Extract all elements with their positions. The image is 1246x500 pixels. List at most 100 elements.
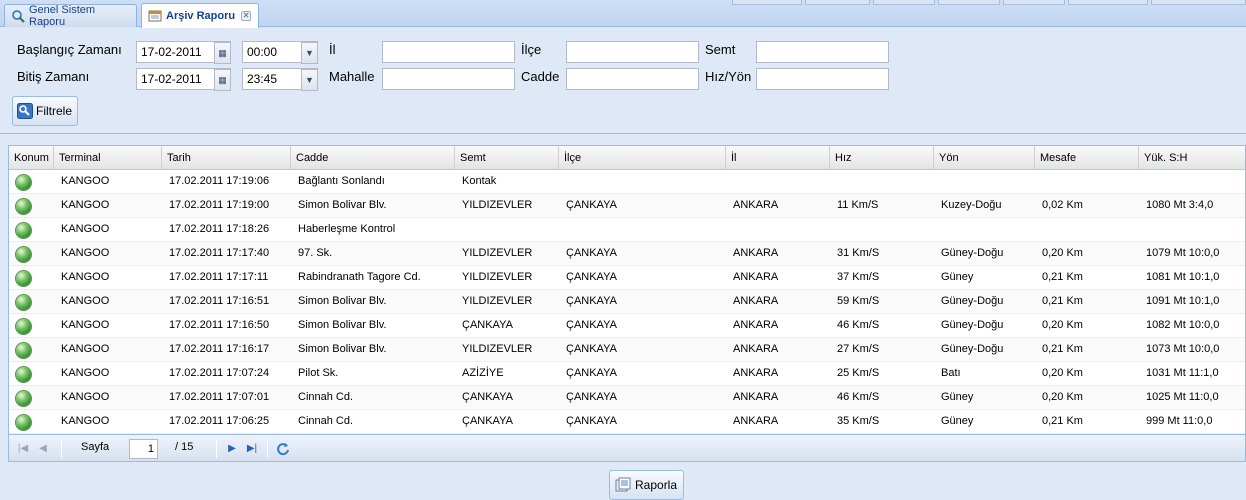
- globe-icon[interactable]: [16, 295, 31, 310]
- cadde-field[interactable]: [566, 68, 699, 90]
- start-time-combo[interactable]: 00:00 ▼: [242, 41, 318, 64]
- cell-terminal: KANGOO: [61, 391, 110, 403]
- end-date-field[interactable]: 17-02-2011 ▦: [136, 68, 231, 91]
- globe-icon[interactable]: [16, 391, 31, 406]
- cell-yon: Güney-Doğu: [941, 319, 1004, 331]
- column-header-yon[interactable]: Yön: [934, 146, 1035, 170]
- cell-il: ANKARA: [733, 295, 779, 307]
- report-button[interactable]: Raporla: [609, 470, 684, 500]
- filter-icon: [17, 103, 33, 119]
- globe-icon[interactable]: [16, 247, 31, 262]
- last-page-icon[interactable]: ▶|: [245, 442, 259, 456]
- table-row[interactable]: KANGOO 17.02.2011 17:19:00 Simon Bolivar B…: [9, 194, 1245, 218]
- cell-tarih: 17.02.2011 17:17:40: [169, 247, 270, 259]
- column-header-terminal[interactable]: Terminal: [54, 146, 162, 170]
- cell-il: ANKARA: [733, 415, 779, 427]
- column-header-yuk[interactable]: Yük. S:H: [1139, 146, 1245, 170]
- calendar-icon[interactable]: ▦: [214, 69, 231, 91]
- toolbar-edge: [805, 0, 870, 5]
- column-header-cadde[interactable]: Cadde: [291, 146, 455, 170]
- start-time-label: Başlangıç Zamanı: [17, 42, 122, 57]
- cell-yuk: 1082 Mt 10:0,0: [1146, 319, 1220, 331]
- column-header-hiz[interactable]: Hız: [830, 146, 934, 170]
- refresh-icon[interactable]: [276, 442, 290, 456]
- end-time-combo[interactable]: 23:45 ▼: [242, 68, 318, 91]
- cell-mesafe: [1037, 170, 1141, 194]
- toolbar-edge: [1151, 0, 1246, 5]
- cell-il: [728, 218, 832, 242]
- next-page-icon[interactable]: ▶: [225, 442, 239, 456]
- table-row[interactable]: KANGOO 17.02.2011 17:16:50 Simon Bolivar B…: [9, 314, 1245, 338]
- paging-toolbar: |◀ ◀ Sayfa 1 / 15 ▶ ▶|: [8, 434, 1246, 462]
- globe-icon[interactable]: [16, 415, 31, 430]
- tab-arsiv-raporu[interactable]: Arşiv Raporu ✕: [141, 3, 259, 28]
- cell-yuk: [1141, 170, 1245, 194]
- cell-hiz: 11 Km/S: [837, 199, 879, 211]
- globe-icon[interactable]: [16, 343, 31, 358]
- cell-yon: Batı: [941, 367, 961, 379]
- tab-genel-sistem-raporu[interactable]: Genel Sistem Raporu: [4, 4, 137, 28]
- first-page-icon[interactable]: |◀: [16, 442, 30, 456]
- start-date-field[interactable]: 17-02-2011 ▦: [136, 41, 231, 64]
- close-icon[interactable]: ✕: [241, 11, 252, 21]
- mahalle-field[interactable]: [382, 68, 515, 90]
- cell-mesafe: 0,20 Km: [1042, 247, 1083, 259]
- chevron-down-icon[interactable]: ▼: [301, 42, 318, 64]
- table-row[interactable]: KANGOO 17.02.2011 17:18:26 Haberleşme Kont…: [9, 218, 1245, 242]
- il-field[interactable]: [382, 41, 515, 63]
- cell-terminal: KANGOO: [61, 319, 110, 331]
- table-row[interactable]: KANGOO 17.02.2011 17:16:17 Simon Bolivar B…: [9, 338, 1245, 362]
- page-number-input[interactable]: 1: [129, 439, 158, 459]
- column-header-konum[interactable]: Konum: [9, 146, 54, 170]
- separator: [216, 440, 217, 458]
- globe-icon[interactable]: [16, 367, 31, 382]
- chevron-down-icon[interactable]: ▼: [301, 69, 318, 91]
- table-row[interactable]: KANGOO 17.02.2011 17:06:25 Cinnah Cd. ÇANKA…: [9, 410, 1245, 434]
- filter-button[interactable]: Filtrele: [12, 96, 78, 126]
- cell-yon: Güney-Doğu: [941, 343, 1004, 355]
- cell-ilce: ÇANKAYA: [566, 271, 617, 283]
- cell-yon: Güney: [941, 271, 974, 283]
- cell-cadde: Simon Bolivar Blv.: [298, 295, 387, 307]
- toolbar-edge: [1068, 0, 1148, 5]
- cell-tarih: 17.02.2011 17:16:50: [169, 319, 270, 331]
- cell-semt: YILDIZEVLER: [462, 271, 533, 283]
- column-header-tarih[interactable]: Tarih: [162, 146, 291, 170]
- table-row[interactable]: KANGOO 17.02.2011 17:07:01 Cinnah Cd. ÇANKA…: [9, 386, 1245, 410]
- column-header-il[interactable]: İl: [726, 146, 830, 170]
- cell-ilce: ÇANKAYA: [566, 199, 617, 211]
- table-row[interactable]: KANGOO 17.02.2011 17:16:51 Simon Bolivar B…: [9, 290, 1245, 314]
- globe-icon[interactable]: [16, 199, 31, 214]
- table-row[interactable]: KANGOO 17.02.2011 17:07:24 Pilot Sk. AZİZİY…: [9, 362, 1245, 386]
- hiz-yon-field[interactable]: [756, 68, 889, 90]
- calendar-icon[interactable]: ▦: [214, 42, 231, 64]
- end-date-value: 17-02-2011: [141, 72, 202, 86]
- globe-icon[interactable]: [16, 271, 31, 286]
- table-row[interactable]: KANGOO 17.02.2011 17:19:06 Bağlantı Sonlan…: [9, 170, 1245, 194]
- cell-ilce: ÇANKAYA: [566, 391, 617, 403]
- column-header-mesafe[interactable]: Mesafe: [1035, 146, 1139, 170]
- cell-hiz: 27 Km/S: [837, 343, 880, 355]
- cell-terminal: KANGOO: [61, 367, 110, 379]
- toolbar-edge: [1003, 0, 1065, 5]
- end-time-value: 23:45: [247, 72, 278, 86]
- cell-yuk: [1141, 218, 1245, 242]
- cell-hiz: 25 Km/S: [837, 367, 880, 379]
- cell-ilce: ÇANKAYA: [566, 319, 617, 331]
- column-header-ilce[interactable]: İlçe: [559, 146, 726, 170]
- table-row[interactable]: KANGOO 17.02.2011 17:17:11 Rabindranath Ta…: [9, 266, 1245, 290]
- cell-ilce: ÇANKAYA: [566, 415, 617, 427]
- globe-icon[interactable]: [16, 223, 31, 238]
- column-header-semt[interactable]: Semt: [455, 146, 559, 170]
- ilce-field[interactable]: [566, 41, 699, 63]
- prev-page-icon[interactable]: ◀: [36, 442, 50, 456]
- globe-icon[interactable]: [16, 175, 31, 190]
- table-row[interactable]: KANGOO 17.02.2011 17:17:40 97. Sk. YILDIZEV…: [9, 242, 1245, 266]
- cell-semt: YILDIZEVLER: [462, 247, 533, 259]
- cell-il: ANKARA: [733, 319, 779, 331]
- cell-ilce: ÇANKAYA: [566, 343, 617, 355]
- cell-yuk: 1073 Mt 10:0,0: [1146, 343, 1220, 355]
- semt-field[interactable]: [756, 41, 889, 63]
- toolbar-edge: [732, 0, 802, 5]
- globe-icon[interactable]: [16, 319, 31, 334]
